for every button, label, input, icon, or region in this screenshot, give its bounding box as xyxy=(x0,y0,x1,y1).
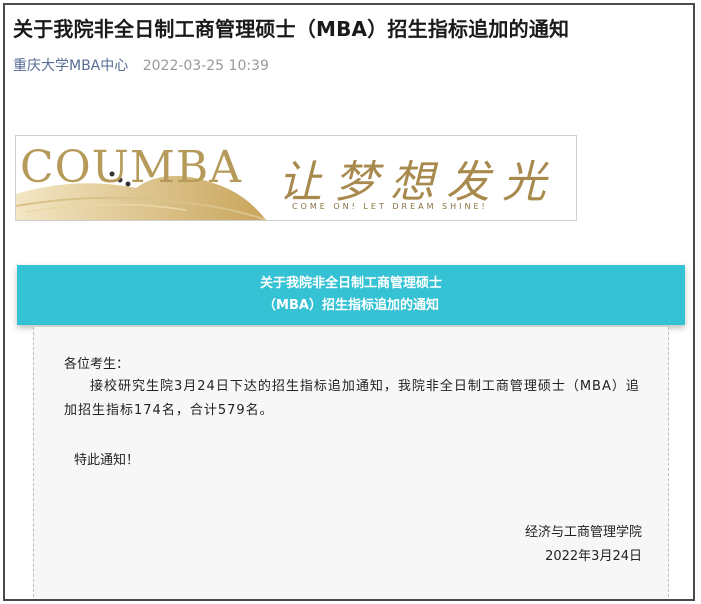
banner-slogan-en: COME ON! LET DREAM SHINE! xyxy=(292,202,488,211)
signature-date: 2022年3月24日 xyxy=(545,549,642,564)
notice-heading: 关于我院非全日制工商管理硕士 （MBA）招生指标追加的通知 xyxy=(17,265,685,325)
notice-heading-line1: 关于我院非全日制工商管理硕士 xyxy=(259,276,442,291)
signature-org: 经济与工商管理学院 xyxy=(524,525,642,540)
coumba-logo: COUMBA xyxy=(20,142,242,193)
banner-image: COUMBA 让梦想发光 COME ON! LET DREAM SHINE! xyxy=(15,135,577,221)
notice-heading-line2: （MBA）招生指标追加的通知 xyxy=(263,298,439,313)
article-title: 关于我院非全日制工商管理硕士（MBA）招生指标追加的通知 xyxy=(13,17,570,41)
article-meta: 重庆大学MBA中心 2022-03-25 10:39 xyxy=(13,55,269,75)
article-frame: 关于我院非全日制工商管理硕士（MBA）招生指标追加的通知 重庆大学MBA中心 2… xyxy=(3,3,695,601)
notice-greeting: 各位考生： xyxy=(64,357,130,372)
notice-body: 各位考生： 接校研究生院3月24日下达的招生指标追加通知，我院非全日制工商管理硕… xyxy=(33,327,669,599)
notice-closing: 特此通知！ xyxy=(74,453,140,468)
article-source-link[interactable]: 重庆大学MBA中心 xyxy=(13,58,128,74)
article-date: 2022-03-25 10:39 xyxy=(142,58,269,74)
notice-paragraph: 接校研究生院3月24日下达的招生指标追加通知，我院非全日制工商管理硕士（MBA）… xyxy=(64,379,640,418)
banner-slogan: 让梦想发光 xyxy=(278,157,558,208)
